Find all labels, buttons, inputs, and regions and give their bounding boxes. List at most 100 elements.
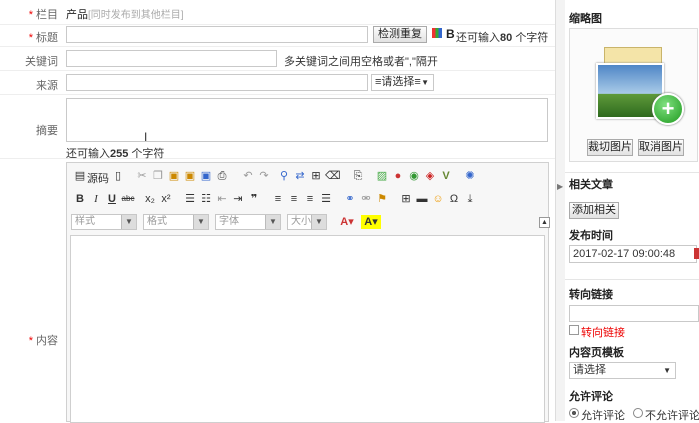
deny-comments-radio[interactable] <box>633 408 643 418</box>
bullet-list-icon[interactable]: ☷ <box>199 192 213 206</box>
table-icon[interactable]: ⊞ <box>399 192 413 206</box>
chevron-right-icon[interactable]: ▶ <box>557 182 563 191</box>
align-justify-icon[interactable]: ☰ <box>319 192 333 206</box>
flash-icon[interactable]: ● <box>391 169 405 183</box>
numbered-list-icon[interactable]: ☰ <box>183 192 197 206</box>
superscript-icon[interactable]: x² <box>159 192 173 206</box>
color-grid-icon[interactable] <box>432 28 442 38</box>
video-icon[interactable]: V <box>439 169 453 183</box>
editor-content-area[interactable] <box>70 235 545 423</box>
find-icon[interactable]: ⚲ <box>277 169 291 183</box>
print-icon[interactable]: ⎙ <box>215 169 229 183</box>
bg-color-icon[interactable]: A▾ <box>361 215 381 229</box>
smiley-icon[interactable]: ☺ <box>431 192 445 206</box>
source-input[interactable] <box>66 74 368 91</box>
keywords-label: 关键词 <box>25 56 58 68</box>
publish-time-input[interactable]: 2017-02-17 09:00:48 <box>569 245 697 263</box>
underline-icon[interactable]: U <box>105 192 119 206</box>
outdent-icon[interactable]: ⇤ <box>215 192 229 206</box>
row-source: 来源 ≡请选择≡ ▼ <box>0 70 555 95</box>
summary-textarea[interactable] <box>66 98 548 142</box>
redirect-url-input[interactable] <box>569 305 699 322</box>
settings-icon[interactable]: ✺ <box>463 169 477 183</box>
paste-text-icon[interactable]: ▣ <box>183 169 197 183</box>
align-right-icon[interactable]: ≡ <box>303 192 317 206</box>
replace-icon[interactable]: ⇄ <box>293 169 307 183</box>
allow-comments-radio[interactable] <box>569 408 579 418</box>
strikethrough-icon[interactable]: abc <box>121 192 135 206</box>
horizontal-rule-icon[interactable]: ▬ <box>415 192 429 206</box>
source-button[interactable]: 源码 <box>87 170 109 186</box>
undo-icon[interactable]: ↶ <box>241 169 255 183</box>
align-left-icon[interactable]: ≡ <box>271 192 285 206</box>
subscript-icon[interactable]: x₂ <box>143 192 157 206</box>
sidebar-toggle-gutter[interactable]: ▶ <box>556 0 565 421</box>
style-select[interactable]: 样式 ▼ <box>71 214 137 230</box>
italic-icon[interactable]: I <box>89 192 103 206</box>
title-input[interactable] <box>66 26 368 43</box>
bold-icon[interactable]: B <box>446 27 455 41</box>
row-summary: 摘要 I 还可输入255 个字符 <box>0 94 555 160</box>
link-icon[interactable]: ⚭ <box>343 192 357 206</box>
redo-icon[interactable]: ↷ <box>257 169 271 183</box>
chevron-down-icon: ▼ <box>663 366 671 375</box>
redirect-checkbox[interactable] <box>569 325 579 335</box>
thumbnail-box[interactable]: + 裁切图片 取消图片 <box>569 28 698 162</box>
row-column: * 栏目 产品 [同时发布到其他栏目] <box>0 0 555 25</box>
page-break-icon[interactable]: ⤓ <box>463 192 477 206</box>
bold-format-icon[interactable]: B <box>73 192 87 206</box>
preview-icon[interactable]: ▯ <box>111 169 125 183</box>
template-icon[interactable]: ⎘ <box>351 169 365 183</box>
title-char-count: 80 <box>500 32 513 44</box>
image-icon[interactable]: ▨ <box>375 169 389 183</box>
copy-icon[interactable]: ❐ <box>151 169 165 183</box>
source-label: 来源 <box>36 80 58 92</box>
summary-char-count: 255 <box>110 148 129 160</box>
unlink-icon[interactable]: ⚮ <box>359 192 373 206</box>
publish-time-title: 发布时间 <box>569 230 613 242</box>
paste-icon[interactable]: ▣ <box>167 169 181 183</box>
chevron-down-icon: ▼ <box>193 215 208 229</box>
size-select[interactable]: 大小 ▼ <box>287 214 327 230</box>
add-image-icon[interactable]: + <box>652 93 684 125</box>
crop-image-button[interactable]: 裁切图片 <box>587 139 633 156</box>
cancel-image-button[interactable]: 取消图片 <box>638 139 684 156</box>
select-all-icon[interactable]: ⊞ <box>309 169 323 183</box>
font-select[interactable]: 字体 ▼ <box>215 214 281 230</box>
toolbar-row-3: 样式 ▼ 格式 ▼ 字体 ▼ 大小 ▼ A▾ A▾ ▲ <box>71 214 550 230</box>
collapse-toolbar-icon[interactable]: ▲ <box>539 217 550 228</box>
format-select[interactable]: 格式 ▼ <box>143 214 209 230</box>
row-title: * 标题 检测重复 B 还可输入80 个字符 <box>0 24 555 47</box>
other-column-link[interactable]: [同时发布到其他栏目] <box>88 6 184 21</box>
remove-format-icon[interactable]: ⌫ <box>325 169 341 183</box>
chevron-down-icon: ▼ <box>265 215 280 229</box>
calendar-icon[interactable] <box>694 248 699 259</box>
chevron-down-icon: ▼ <box>311 215 326 229</box>
source-select[interactable]: ≡请选择≡ ▼ <box>371 74 434 91</box>
cut-icon[interactable]: ✂ <box>135 169 149 183</box>
align-center-icon[interactable]: ≡ <box>287 192 301 206</box>
anchor-icon[interactable]: ⚑ <box>375 192 389 206</box>
paste-word-icon[interactable]: ▣ <box>199 169 213 183</box>
source-code-icon[interactable]: ▤ <box>73 169 87 183</box>
add-related-button[interactable]: 添加相关 <box>569 202 619 219</box>
related-title: 相关文章 <box>569 179 613 191</box>
article-form: * 栏目 产品 [同时发布到其他栏目] * 标题 检测重复 B 还可输入80 个字符… <box>0 0 555 423</box>
text-color-icon[interactable]: A▾ <box>337 215 357 229</box>
comments-title: 允许评论 <box>569 391 613 403</box>
redirect-checkbox-label: 转向链接 <box>581 327 625 339</box>
template-title: 内容页模板 <box>569 347 624 359</box>
title-label: 标题 <box>36 32 58 44</box>
row-keywords: 关键词 多关键词之间用空格或者","隔开 <box>0 46 555 71</box>
redirect-title: 转向链接 <box>569 289 613 301</box>
keywords-input[interactable] <box>66 50 277 67</box>
media-icon[interactable]: ◉ <box>407 169 421 183</box>
check-duplicate-button[interactable]: 检测重复 <box>373 26 427 43</box>
indent-icon[interactable]: ⇥ <box>231 192 245 206</box>
attachment-icon[interactable]: ◈ <box>423 169 437 183</box>
template-select[interactable]: 请选择 ▼ <box>569 362 676 379</box>
keywords-hint: 多关键词之间用空格或者","隔开 <box>284 56 438 68</box>
special-char-icon[interactable]: Ω <box>447 192 461 206</box>
blockquote-icon[interactable]: ❞ <box>247 192 261 206</box>
right-sidebar: 缩略图 + 裁切图片 取消图片 相关文章 添加相关 发布时间 2017-02-1… <box>565 0 699 422</box>
